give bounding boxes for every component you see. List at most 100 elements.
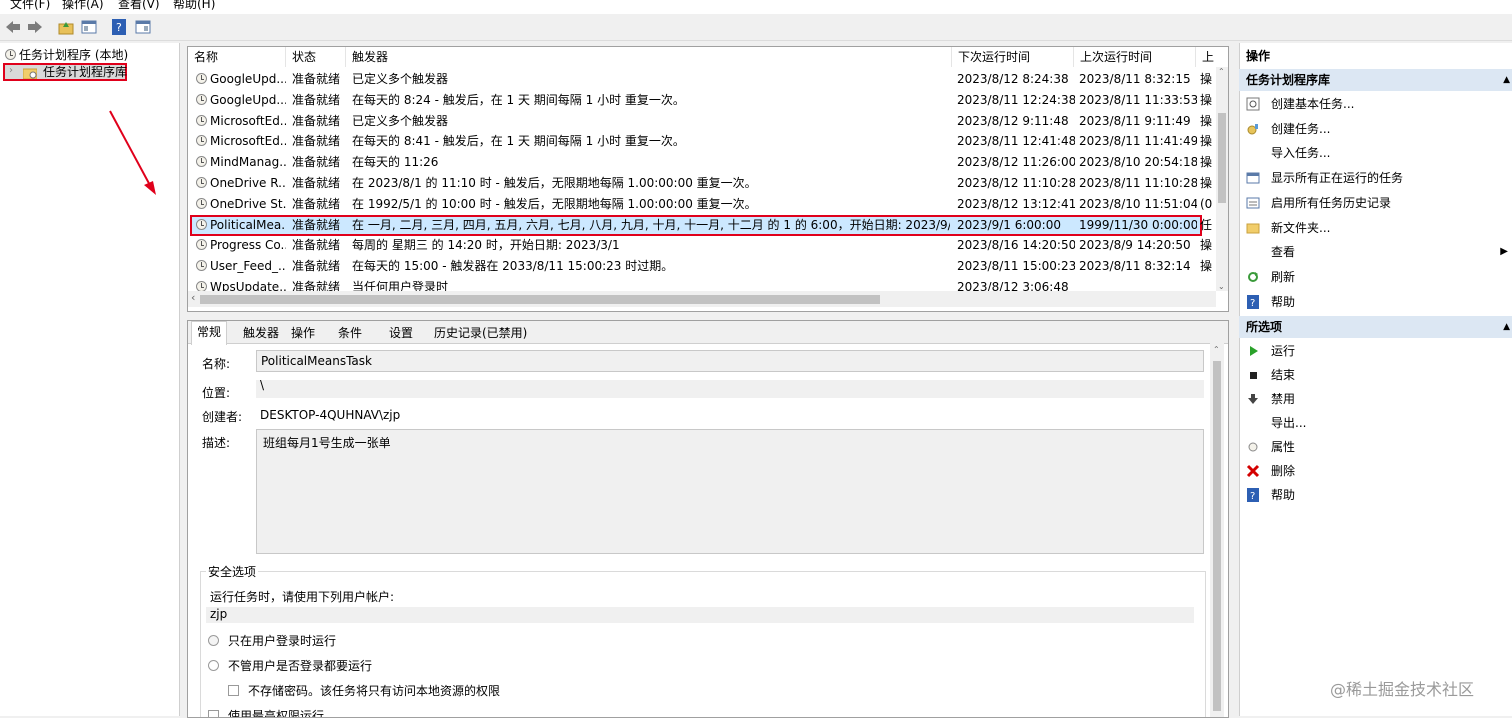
selected-action-6[interactable]: ? 帮助: [1246, 484, 1508, 506]
horizontal-scrollbar[interactable]: ‹: [188, 291, 1216, 307]
cell-status-text: 准备就绪: [292, 72, 341, 86]
cell-last-text: 2023/8/11 8:32:14: [1079, 259, 1191, 274]
column-header-trigger[interactable]: 触发器: [346, 47, 952, 67]
column-header-name[interactable]: 名称: [188, 47, 286, 67]
tab-actions[interactable]: 操作: [286, 323, 320, 343]
tab-triggers[interactable]: 触发器: [238, 323, 284, 343]
selected-action-1[interactable]: 结束: [1246, 364, 1508, 386]
forward-arrow-icon[interactable]: [26, 18, 44, 36]
cell-next: 2023/8/12 13:12:41: [957, 194, 1075, 215]
library-action-4[interactable]: 启用所有任务历史记录: [1246, 192, 1508, 214]
cell-next: 2023/8/11 12:24:38: [957, 90, 1075, 111]
cell-last: 2023/8/10 11:51:04: [1079, 194, 1197, 215]
checkbox-no-store-password[interactable]: [228, 685, 239, 696]
library-action-3[interactable]: 显示所有正在运行的任务: [1246, 167, 1508, 189]
menu-view[interactable]: 查看(V): [118, 0, 160, 12]
table-row[interactable]: GoogleUpd... 准备就绪 已定义多个触发器 2023/8/12 8:24:3…: [188, 69, 1212, 90]
tree-root[interactable]: 任务计划程序 (本地): [5, 46, 128, 63]
collapse-library-icon[interactable]: ▲: [1503, 69, 1510, 91]
vertical-scrollbar[interactable]: ⌃ ⌄: [1216, 67, 1228, 291]
cell-name: MindManag...: [196, 152, 286, 173]
section-selected[interactable]: 所选项 ▲: [1239, 316, 1512, 338]
cell-extra: 操: [1200, 235, 1216, 256]
scroll-down-icon[interactable]: ⌄: [1218, 282, 1225, 291]
tab-history[interactable]: 历史记录(已禁用): [429, 323, 532, 343]
cell-next-text: 2023/9/1 6:00:00: [957, 217, 1061, 232]
table-row[interactable]: OneDrive R... 准备就绪在 2023/8/1 的 11:10 时 - …: [188, 173, 1212, 194]
library-action-5[interactable]: 新文件夹...: [1246, 217, 1508, 239]
library-action-label: 导入任务...: [1271, 146, 1331, 161]
task-clock-icon: [196, 114, 207, 126]
section-library[interactable]: 任务计划程序库 ▲: [1239, 69, 1512, 91]
task-clock-icon: [196, 177, 207, 188]
cell-last-text: 2023/8/10 20:54:18: [1079, 155, 1197, 170]
checkbox-highest-privileges[interactable]: [208, 710, 219, 717]
table-row[interactable]: PoliticalMea... 准备就绪在 一月, 二月, 三月, 四月, 五月,…: [190, 214, 1212, 236]
cell-next: 2023/8/16 14:20:50: [957, 235, 1075, 256]
svg-text:?: ?: [1250, 491, 1255, 502]
tab-settings[interactable]: 设置: [384, 323, 418, 343]
task-clock-icon: [196, 93, 207, 105]
run-as-user: zjp: [206, 607, 1194, 623]
description-field[interactable]: 班组每月1号生成一张单: [256, 429, 1204, 554]
watermark: @稀土掘金技术社区: [1330, 680, 1475, 699]
show-hide-tree-icon[interactable]: [80, 18, 98, 36]
selected-action-4[interactable]: 属性: [1246, 436, 1508, 458]
back-arrow-icon[interactable]: [4, 18, 22, 36]
selected-action-3[interactable]: 导出...: [1246, 412, 1508, 434]
cell-status-text: 准备就绪: [292, 134, 341, 149]
library-action-6[interactable]: 查看 ▶: [1246, 241, 1508, 263]
cell-extra: 操: [1200, 90, 1216, 111]
author-label: 创建者:: [202, 410, 243, 424]
name-field[interactable]: PoliticalMeansTask: [256, 350, 1204, 372]
radio-any-user[interactable]: [208, 660, 219, 671]
radio-logged-on[interactable]: [208, 635, 219, 646]
menu-help[interactable]: 帮助(H): [173, 0, 215, 12]
detail-scroll-up-icon[interactable]: ⌃: [1213, 345, 1220, 354]
cell-name: OneDrive St...: [196, 194, 286, 215]
cell-next: 2023/8/11 15:00:23: [957, 256, 1075, 277]
selected-action-5[interactable]: 删除: [1246, 460, 1508, 482]
library-action-2[interactable]: 导入任务...: [1246, 142, 1508, 164]
cell-extra: 操: [1200, 131, 1216, 152]
table-row[interactable]: User_Feed_... 准备就绪 在每天的 15:00 - 触发器在 2033/…: [188, 256, 1212, 277]
horizontal-scroll-thumb[interactable]: [200, 295, 880, 304]
column-header-next-run[interactable]: 下次运行时间: [952, 47, 1074, 67]
library-action-1[interactable]: 创建任务...: [1246, 118, 1508, 140]
library-action-8[interactable]: ? 帮助: [1246, 291, 1508, 313]
create-task-icon: [1246, 122, 1260, 136]
up-folder-icon[interactable]: [57, 18, 75, 36]
show-hide-action-pane-icon[interactable]: [134, 18, 152, 36]
scroll-up-icon[interactable]: ⌃: [1218, 67, 1225, 76]
tree-item-library[interactable]: › 任务计划程序库: [3, 63, 127, 81]
cell-next-text: 2023/8/12 11:26:00: [957, 155, 1075, 170]
vertical-scroll-thumb[interactable]: [1218, 113, 1226, 203]
selected-action-2[interactable]: 禁用: [1246, 388, 1508, 410]
table-row[interactable]: MicrosoftEd... 准备就绪 已定义多个触发器 2023/8/12 9:11…: [188, 111, 1212, 132]
collapse-selected-icon[interactable]: ▲: [1503, 316, 1510, 338]
chevron-right-icon[interactable]: ›: [9, 65, 13, 76]
cell-name-text: MicrosoftEd...: [210, 134, 286, 149]
library-action-0[interactable]: 创建基本任务...: [1246, 93, 1508, 115]
table-row[interactable]: MicrosoftEd... 准备就绪 在每天的 8:41 - 触发后，在 1 天 …: [188, 131, 1212, 152]
menu-action[interactable]: 操作(A): [62, 0, 104, 12]
selected-action-0[interactable]: 运行: [1246, 340, 1508, 362]
detail-scrollbar[interactable]: ⌃: [1210, 343, 1224, 717]
library-action-7[interactable]: 刷新: [1246, 266, 1508, 288]
scroll-left-icon[interactable]: ‹: [191, 291, 195, 304]
column-header-last-run[interactable]: 上次运行时间: [1074, 47, 1196, 67]
table-row[interactable]: MindManag... 准备就绪 在每天的 11:26 2023/8/12 11:2…: [188, 152, 1212, 173]
cell-extra: 操: [1200, 173, 1216, 194]
table-row[interactable]: OneDrive St... 准备就绪在 1992/5/1 的 10:00 时 -…: [188, 194, 1212, 215]
cell-name-text: OneDrive R...: [210, 176, 286, 190]
table-row[interactable]: GoogleUpd... 准备就绪 在每天的 8:24 - 触发后，在 1 天 期间…: [188, 90, 1212, 111]
help-icon[interactable]: ?: [110, 18, 128, 36]
cell-next-text: 2023/8/11 12:41:48: [957, 134, 1075, 149]
detail-scroll-thumb[interactable]: [1213, 361, 1221, 711]
tab-conditions[interactable]: 条件: [333, 323, 367, 343]
menu-file[interactable]: 文件(F): [10, 0, 50, 12]
column-header-last-result[interactable]: 上: [1196, 47, 1216, 67]
column-header-status[interactable]: 状态: [286, 47, 346, 67]
table-row[interactable]: Progress Co... 准备就绪 每周的 星期三 的 14:20 时，开始日期…: [188, 235, 1212, 256]
tab-general[interactable]: 常规: [191, 321, 228, 345]
